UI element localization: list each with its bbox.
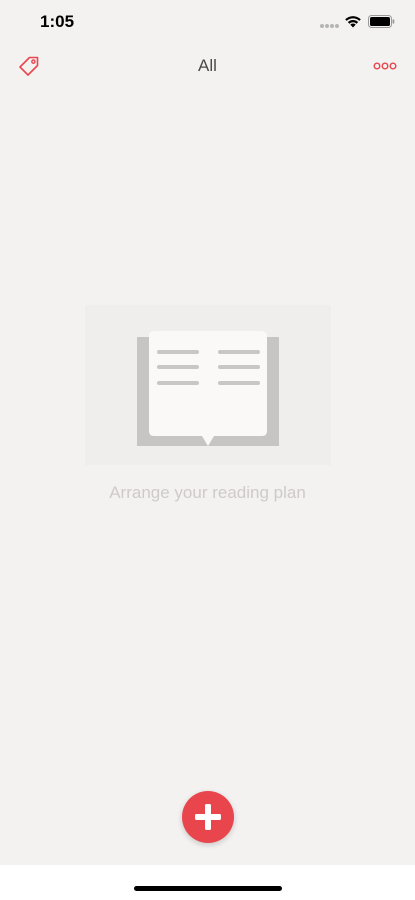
nav-bar: All xyxy=(0,44,415,88)
home-indicator-area xyxy=(0,865,415,900)
home-indicator[interactable] xyxy=(134,886,282,891)
add-button[interactable] xyxy=(182,791,234,843)
open-book-icon xyxy=(137,331,279,446)
status-bar: 1:05 xyxy=(0,0,415,44)
more-icon xyxy=(373,62,397,70)
page-title: All xyxy=(198,56,217,75)
status-time: 1:05 xyxy=(40,12,75,31)
empty-state-illustration xyxy=(85,305,331,465)
plus-icon xyxy=(195,804,221,830)
empty-state-message: Arrange your reading plan xyxy=(109,483,306,502)
wifi-icon xyxy=(345,16,361,28)
signal-icon xyxy=(320,24,340,28)
more-button[interactable] xyxy=(371,56,399,76)
battery-icon xyxy=(368,15,395,28)
